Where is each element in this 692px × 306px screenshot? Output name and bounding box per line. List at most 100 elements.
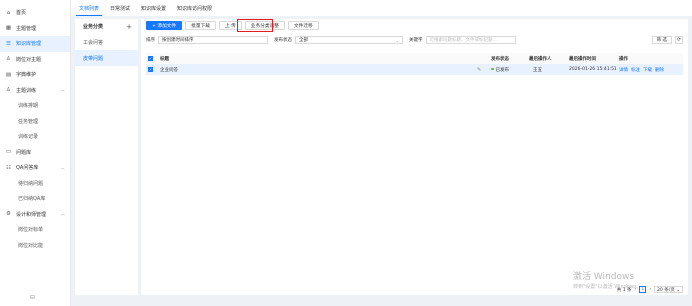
dictionary-icon: ▤ [5,71,12,78]
status-select[interactable]: 全部 ⌄ [295,36,403,44]
sidebar-item-label: 已归纳QA库 [18,196,46,203]
sidebar-item-label: 知识库管理 [16,41,42,48]
sidebar-item-position-benchmark[interactable]: 岗位对标单 [0,222,70,238]
row-time: 2026-01-26 15:41:51 [569,67,617,72]
chevron-down-icon: ⌄ [395,37,399,43]
category-header: 业务分类 + [75,19,138,34]
watermark-subtitle: 转到"设置"以激活 Windows。 [573,284,642,290]
sidebar-item-topic-management[interactable]: ▦ 主题管理 [0,21,70,37]
sidebar-item-knowledge-base[interactable]: ☰ 知识库管理 [0,36,70,52]
add-category-icon[interactable]: + [126,23,132,31]
qa-icon: ☷ [6,164,11,171]
sidebar-item-training-schedule[interactable]: 训练排期 [0,98,70,114]
annotate-link[interactable]: 标注 [631,68,640,73]
category-item[interactable]: 皮带问题 [75,50,138,66]
sidebar-item-label: 首页 [16,10,27,17]
sidebar-item-designer-management[interactable]: ⚙ 设计和师管理 ︿ [0,207,70,223]
sidebar-item-label: 主题训练 [16,87,37,94]
next-page-icon[interactable]: › [649,287,651,292]
tab-knowledge-settings[interactable]: 知识库设置 [137,5,170,16]
collapse-sidebar-icon[interactable]: ⊟ [30,294,35,301]
sidebar-item-qa-bank[interactable]: ☷ QA问答库 ︿ [0,160,70,176]
book-icon: ☰ [6,40,11,47]
sidebar-item-label: 岗位对标单 [18,227,44,234]
sidebar-item-label: 岗位对主题 [16,56,42,63]
row-actions: 详情 标注 下载 删除 [619,67,667,73]
sort-label: 排序 [146,38,155,43]
sidebar-item-label: 岗位对比能 [18,242,44,249]
highlight-box [237,19,273,32]
sort-select[interactable]: 按创建时间排序 [158,36,268,44]
category-panel: 业务分类 + 工会问答 皮带问题 [75,19,138,295]
row-title: 企业问答 [160,67,178,73]
col-time: 最后操作时间 [569,56,596,62]
col-operator: 最后操作人 [529,56,552,62]
col-title: 标题 [160,56,169,62]
sidebar-item-training-records[interactable]: 训练记录 [0,129,70,145]
select-all-checkbox[interactable]: ✓ [148,56,153,61]
sidebar-item-topic-training[interactable]: ♙ 主题训练 ︿ [0,83,70,99]
row-checkbox[interactable]: ✓ [148,67,153,72]
tab-access-permissions[interactable]: 知识库访问权限 [173,5,216,16]
grid-icon: ▦ [5,25,12,32]
row-status: 已发布 [491,67,509,73]
filter-bar: 排序 按创建时间排序 发布状态 全部 ⌄ 关键字 可搜索问题标题、文件或标记题..… [146,36,683,44]
chevron-up-icon: ︿ [60,212,66,218]
sidebar-item-label: 设计和师管理 [16,211,47,218]
sidebar-item-pending-questions[interactable]: 待归纳问题 [0,176,70,192]
status-select-value: 全部 [299,38,308,43]
batch-download-button[interactable]: 批量下载 [185,21,216,30]
col-status: 发布状态 [491,56,509,62]
keyword-input[interactable]: 可搜索问题标题、文件或标记题... [425,36,516,44]
sidebar-item-task-management[interactable]: 任务管理 [0,114,70,130]
tab-document-list[interactable]: 文档列表 [75,5,103,16]
windows-activation-watermark: 激活 Windows 转到"设置"以激活 Windows。 [573,269,642,290]
file-migrate-button[interactable]: 文件迁移 [287,21,319,30]
sidebar-item-position-topic[interactable]: ♙ 岗位对主题 [0,52,70,68]
sidebar: ⌂ 首页 ▦ 主题管理 ☰ 知识库管理 ♙ 岗位对主题 ▤ 字典维护 ♙ 主题训练 ︿ 训练排… [0,0,71,306]
designer-icon: ⚙ [6,211,11,218]
sidebar-item-dictionary[interactable]: ▤ 字典维护 [0,67,70,83]
status-dot-icon [491,67,494,71]
sidebar-item-label: 问题库 [16,149,32,156]
chevron-up-icon: ︿ [60,88,66,94]
document-list-panel: + 添加文件 批量下载 上 传 业务分类调整 文件迁移 排序 按创建时间排序 发… [141,19,688,295]
add-file-button[interactable]: + 添加文件 [146,21,183,30]
page-size-select[interactable]: 20 条/页 ⌄ [654,286,683,293]
sidebar-item-home[interactable]: ⌂ 首页 [0,5,70,21]
table-row[interactable]: ✓ 企业问答 ✎ 已发布 王五 2026-01-26 15:41:51 详情 标注… [146,64,683,75]
row-status-text: 已发布 [495,67,510,73]
user-icon: ♙ [6,56,11,63]
watermark-title: 激活 Windows [573,272,635,282]
download-link[interactable]: 下载 [643,68,652,73]
table-header: ✓ 标题 发布状态 最后操作人 最后操作时间 操作 [146,53,683,64]
edit-icon[interactable]: ✎ [477,67,481,73]
detail-link[interactable]: 详情 [619,68,628,73]
col-actions: 操作 [619,56,628,62]
sidebar-item-label: QA问答库 [16,165,39,172]
sidebar-item-position-compare[interactable]: 岗位对比能 [0,238,70,254]
training-icon: ♙ [6,87,11,94]
delete-link[interactable]: 删除 [655,68,664,73]
category-title: 业务分类 [83,24,104,30]
status-label: 发布状态 [274,38,292,43]
filter-button[interactable]: 筛 选 [651,36,672,44]
sidebar-item-question-bank[interactable]: ▭ 问题库 [0,145,70,161]
sidebar-item-label: 训练记录 [18,134,39,141]
keyword-label: 关键字 [409,38,423,43]
sidebar-item-label: 待归纳问题 [18,180,44,187]
row-operator: 王五 [533,67,542,73]
keyword-placeholder: 可搜索问题标题、文件或标记题... [429,38,497,43]
sidebar-item-label: 主题管理 [16,25,37,32]
sidebar-item-label: 任务管理 [18,118,39,125]
home-icon: ⌂ [6,9,11,16]
sidebar-item-summarized-qa[interactable]: 已归纳QA库 [0,191,70,207]
category-item[interactable]: 工会问答 [75,34,138,50]
tab-daily-test[interactable]: 日常测试 [106,5,134,16]
sidebar-item-label: 字典维护 [16,72,37,79]
question-bank-icon: ▭ [5,149,12,156]
sort-select-value: 按创建时间排序 [162,38,194,43]
refresh-icon[interactable]: ⟳ [675,36,683,44]
tab-bar: 文档列表 日常测试 知识库设置 知识库访问权限 [71,0,692,16]
toolbar: + 添加文件 批量下载 上 传 业务分类调整 文件迁移 [146,21,322,30]
